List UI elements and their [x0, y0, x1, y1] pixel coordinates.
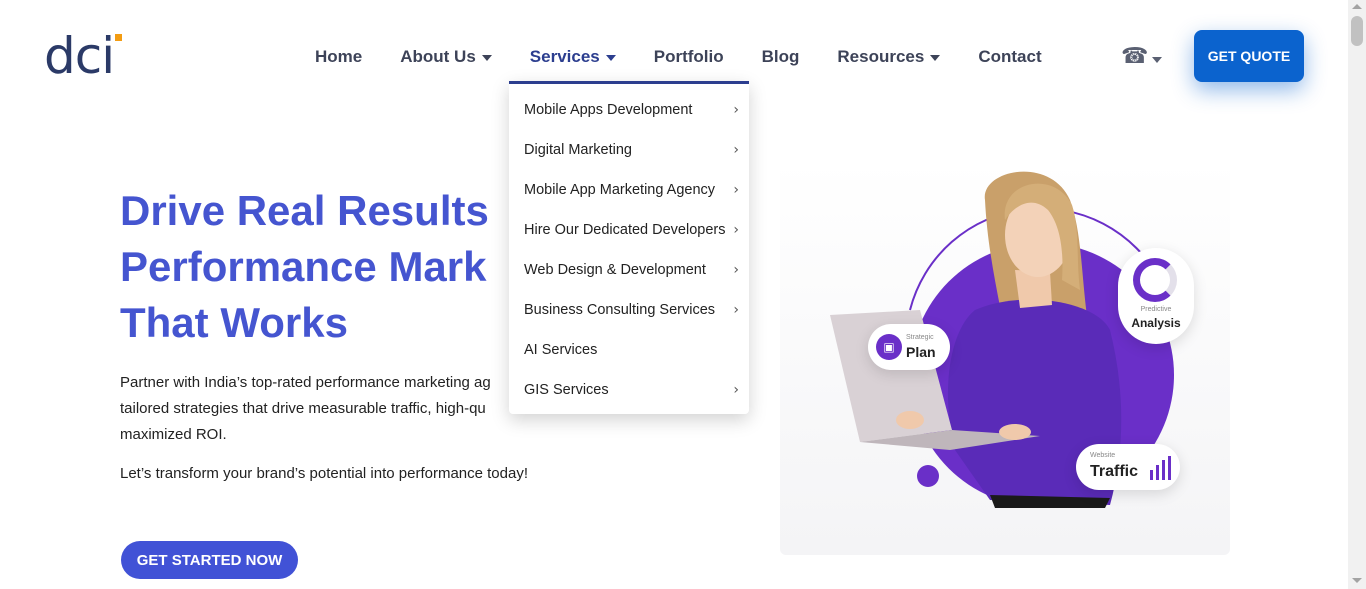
nav-item-services[interactable]: Services — [511, 39, 635, 75]
logo-accent-dot — [115, 34, 122, 41]
presentation-icon: ▣ — [876, 334, 902, 360]
strategic-plan-badge: ▣ Strategic Plan — [868, 324, 950, 370]
menu-item-digital-marketing[interactable]: Digital Marketing › — [509, 130, 749, 170]
badge-small-label: Predictive — [1140, 306, 1172, 313]
chevron-right-icon: › — [733, 182, 739, 198]
scroll-down-arrow-icon[interactable] — [1352, 578, 1362, 583]
hero-tagline: Let’s transform your brand’s potential i… — [120, 465, 529, 482]
nav-item-blog[interactable]: Blog — [743, 39, 819, 75]
nav-item-label: About Us — [400, 47, 476, 66]
menu-item-label: Business Consulting Services — [524, 302, 716, 318]
chevron-right-icon: › — [733, 302, 739, 318]
services-dropdown-menu: Mobile Apps Development › Digital Market… — [509, 81, 749, 414]
badge-small-label: Strategic — [906, 334, 934, 341]
main-nav: Home About Us Services Portfolio Blog Re… — [296, 40, 1061, 74]
nav-item-label: Blog — [761, 47, 800, 66]
menu-item-web-design-development[interactable]: Web Design & Development › — [509, 250, 749, 290]
predictive-analysis-badge: Predictive Analysis — [1118, 248, 1194, 344]
menu-item-label: Hire Our Dedicated Developers — [524, 222, 726, 238]
menu-item-mobile-app-marketing-agency[interactable]: Mobile App Marketing Agency › — [509, 170, 749, 210]
nav-item-contact[interactable]: Contact — [959, 39, 1060, 75]
scroll-up-arrow-icon[interactable] — [1352, 4, 1362, 9]
caret-down-icon — [481, 54, 492, 61]
menu-item-hire-dedicated-developers[interactable]: Hire Our Dedicated Developers › — [509, 210, 749, 250]
menu-item-label: Mobile App Marketing Agency — [524, 182, 716, 198]
hero-description-line: maximized ROI. — [120, 426, 227, 443]
menu-item-gis-services[interactable]: GIS Services › — [509, 370, 749, 410]
menu-item-ai-services[interactable]: AI Services — [509, 330, 749, 370]
logo-text: dci — [44, 27, 115, 85]
badge-big-label: Plan — [906, 344, 936, 360]
badge-big-label: Traffic — [1090, 463, 1139, 480]
caret-down-icon — [605, 54, 616, 61]
phone-dropdown[interactable]: ☎ — [1121, 44, 1163, 69]
purple-dot — [917, 465, 939, 487]
chevron-right-icon: › — [733, 222, 739, 238]
nav-item-label: Home — [315, 47, 363, 66]
nav-item-label: Resources — [837, 47, 925, 66]
hero-description-line: tailored strategies that drive measurabl… — [120, 400, 486, 417]
chevron-right-icon: › — [733, 382, 739, 398]
caret-down-icon — [930, 54, 941, 61]
bar-chart-icon — [1150, 456, 1174, 480]
woman-with-laptop-image — [830, 171, 1174, 508]
chevron-right-icon: › — [733, 102, 739, 118]
chevron-right-icon: › — [733, 142, 739, 158]
scroll-thumb[interactable] — [1351, 16, 1363, 46]
menu-item-label: Web Design & Development — [524, 262, 706, 278]
menu-item-label: Mobile Apps Development — [524, 102, 693, 118]
get-quote-button[interactable]: GET QUOTE — [1194, 30, 1304, 82]
dci-logo[interactable]: dci — [44, 30, 134, 82]
chevron-right-icon: › — [733, 262, 739, 278]
menu-item-mobile-apps-development[interactable]: Mobile Apps Development › — [509, 90, 749, 130]
nav-item-label: Portfolio — [653, 47, 724, 66]
badge-big-label: Analysis — [1131, 316, 1181, 330]
nav-item-about-us[interactable]: About Us — [381, 39, 511, 75]
vertical-scrollbar[interactable] — [1348, 0, 1366, 589]
get-started-button[interactable]: GET STARTED NOW — [121, 541, 298, 579]
caret-down-icon — [1152, 57, 1163, 63]
menu-item-label: GIS Services — [524, 382, 609, 398]
nav-item-label: Services — [529, 47, 600, 66]
menu-item-label: AI Services — [524, 342, 598, 358]
nav-item-label: Contact — [978, 47, 1042, 66]
telephone-icon: ☎ — [1121, 44, 1149, 69]
menu-item-business-consulting-services[interactable]: Business Consulting Services › — [509, 290, 749, 330]
hero-illustration: ▣ Strategic Plan Predictive Analysis Web… — [780, 160, 1230, 555]
badge-small-label: Website — [1090, 452, 1116, 459]
donut-chart-icon — [1133, 258, 1177, 302]
website-traffic-badge: Website Traffic — [1076, 444, 1180, 490]
nav-item-home[interactable]: Home — [296, 39, 381, 75]
hero-description-line: Partner with India’s top-rated performan… — [120, 374, 491, 391]
nav-item-resources[interactable]: Resources — [818, 39, 959, 75]
menu-item-label: Digital Marketing — [524, 142, 632, 158]
nav-item-portfolio[interactable]: Portfolio — [635, 39, 743, 75]
